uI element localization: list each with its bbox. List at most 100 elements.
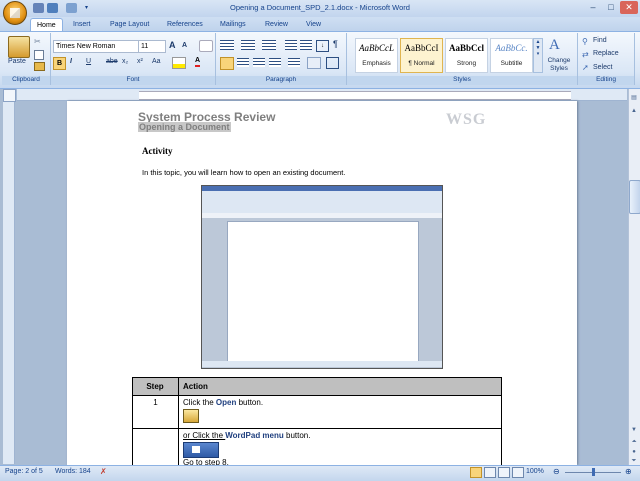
action-text: or Click the <box>183 431 226 440</box>
style-normal[interactable]: AaBbCcI ¶ Normal <box>400 38 443 73</box>
style-strong[interactable]: AaBbCcl Strong <box>445 38 488 73</box>
wsg-logo: WSG <box>446 111 487 128</box>
table-row: 1 Click the Open button. <box>132 395 502 429</box>
style-sample: AaBbCc. <box>495 43 528 53</box>
tab-view[interactable]: View <box>300 18 327 31</box>
grow-font-button[interactable]: A <box>169 40 176 50</box>
office-button[interactable] <box>3 1 27 25</box>
find-button[interactable]: Find <box>593 37 607 44</box>
sort-icon[interactable]: ↓ <box>316 40 329 52</box>
style-name: Subtitle <box>500 60 523 67</box>
action-text: button. <box>236 398 264 407</box>
page-indicator[interactable]: Page: 2 of 5 <box>5 468 43 475</box>
shrink-font-button[interactable]: A <box>182 42 187 49</box>
bullets-icon[interactable] <box>220 40 234 50</box>
zoom-out-icon[interactable]: ⊖ <box>553 467 560 476</box>
embedded-screenshot <box>201 185 443 369</box>
proofing-icon[interactable]: ✗ <box>100 467 107 476</box>
tab-page-layout[interactable]: Page Layout <box>104 18 155 31</box>
change-styles-button[interactable]: Change Styles <box>544 57 574 73</box>
outline-icon[interactable] <box>512 467 524 478</box>
select-icon[interactable]: ➚ <box>582 63 589 72</box>
vertical-ruler[interactable] <box>3 102 15 464</box>
font-name-select[interactable]: Times New Roman <box>53 40 139 53</box>
styles-scroll-arrows[interactable]: ▲ ▼ ▾ <box>533 38 543 73</box>
decrease-indent-icon[interactable] <box>285 40 297 50</box>
replace-button[interactable]: Replace <box>593 50 619 57</box>
style-name: Emphasis <box>362 60 391 67</box>
scroll-thumb[interactable] <box>629 180 640 214</box>
close-button[interactable]: ✕ <box>620 1 638 14</box>
action-cell: Click the Open button. <box>178 395 502 429</box>
zoom-slider-handle[interactable] <box>592 468 595 476</box>
previous-page-icon[interactable]: ⏶ <box>629 437 639 447</box>
highlight-icon[interactable] <box>172 57 186 69</box>
scroll-up-icon[interactable]: ▲ <box>629 106 639 116</box>
web-layout-icon[interactable] <box>498 467 510 478</box>
status-bar <box>0 465 640 481</box>
tab-references[interactable]: References <box>161 18 209 31</box>
scroll-down-icon[interactable]: ▼ <box>629 425 639 435</box>
zoom-in-icon[interactable]: ⊕ <box>625 467 632 476</box>
style-sample: AaBbCcL <box>359 43 394 53</box>
ruler-view-icon[interactable]: ▤ <box>629 93 639 103</box>
multilevel-list-icon[interactable] <box>262 40 276 50</box>
tab-home[interactable]: Home <box>30 18 63 32</box>
strikethrough-button[interactable]: abe <box>106 58 118 65</box>
horizontal-ruler[interactable] <box>17 89 627 101</box>
italic-button[interactable]: I <box>70 58 72 65</box>
style-subtitle[interactable]: AaBbCc. Subtitle <box>490 38 533 73</box>
replace-icon[interactable]: ⇄ <box>582 50 589 59</box>
tab-review[interactable]: Review <box>259 18 294 31</box>
paste-icon[interactable] <box>8 36 30 58</box>
align-left-icon[interactable] <box>220 57 234 70</box>
doc-subtitle: Opening a Document <box>138 122 231 132</box>
steps-table: Step Action 1 Click the Open button. or … <box>132 377 502 474</box>
find-icon[interactable]: ⚲ <box>582 37 588 46</box>
underline-button[interactable]: U <box>86 58 91 65</box>
vertical-scrollbar[interactable] <box>628 89 640 465</box>
superscript-button[interactable]: x² <box>137 58 143 65</box>
activity-heading: Activity <box>142 146 173 156</box>
copy-icon[interactable] <box>34 50 44 60</box>
tab-insert[interactable]: Insert <box>67 18 97 31</box>
shading-icon[interactable] <box>307 57 321 69</box>
numbering-icon[interactable] <box>241 40 255 50</box>
intro-text: In this topic, you will learn how to ope… <box>142 168 346 177</box>
screenshot-ruler <box>202 213 442 218</box>
font-color-button[interactable]: A <box>195 56 201 67</box>
zoom-level[interactable]: 100% <box>526 468 544 475</box>
align-center-icon[interactable] <box>237 58 249 67</box>
clear-formatting-icon[interactable] <box>199 40 213 52</box>
screenshot-statusbar <box>202 361 442 367</box>
tab-mailings[interactable]: Mailings <box>214 18 252 31</box>
paste-label[interactable]: Paste <box>8 58 26 65</box>
ruler-toggle-button[interactable] <box>3 89 16 102</box>
justify-icon[interactable] <box>269 58 281 67</box>
select-button[interactable]: Select <box>593 64 612 71</box>
bold-button[interactable]: B <box>53 57 66 70</box>
change-case-button[interactable]: Aa <box>152 58 161 65</box>
increase-indent-icon[interactable] <box>300 40 312 50</box>
format-painter-icon[interactable] <box>34 62 45 71</box>
borders-icon[interactable] <box>326 57 339 69</box>
font-size-select[interactable]: 11 <box>138 40 166 53</box>
minimize-button[interactable]: – <box>584 1 602 14</box>
print-layout-icon[interactable] <box>470 467 482 478</box>
change-styles-icon[interactable]: A <box>549 37 560 54</box>
full-screen-reading-icon[interactable] <box>484 467 496 478</box>
open-button-icon <box>183 409 199 423</box>
styles-group-label: Styles <box>347 76 577 85</box>
word-count[interactable]: Words: 184 <box>55 468 91 475</box>
step-header: Step <box>132 377 179 396</box>
style-emphasis[interactable]: AaBbCcL Emphasis <box>355 38 398 73</box>
subscript-button[interactable]: x₂ <box>122 58 128 65</box>
line-spacing-icon[interactable] <box>288 58 300 67</box>
style-sample: AaBbCcI <box>404 43 439 53</box>
align-right-icon[interactable] <box>253 58 265 67</box>
wordpad-menu-button-icon <box>183 442 219 458</box>
show-formatting-button[interactable]: ¶ <box>333 39 338 49</box>
maximize-button[interactable]: □ <box>602 1 620 14</box>
style-name: Strong <box>456 60 477 67</box>
cut-icon[interactable]: ✂ <box>34 37 41 46</box>
